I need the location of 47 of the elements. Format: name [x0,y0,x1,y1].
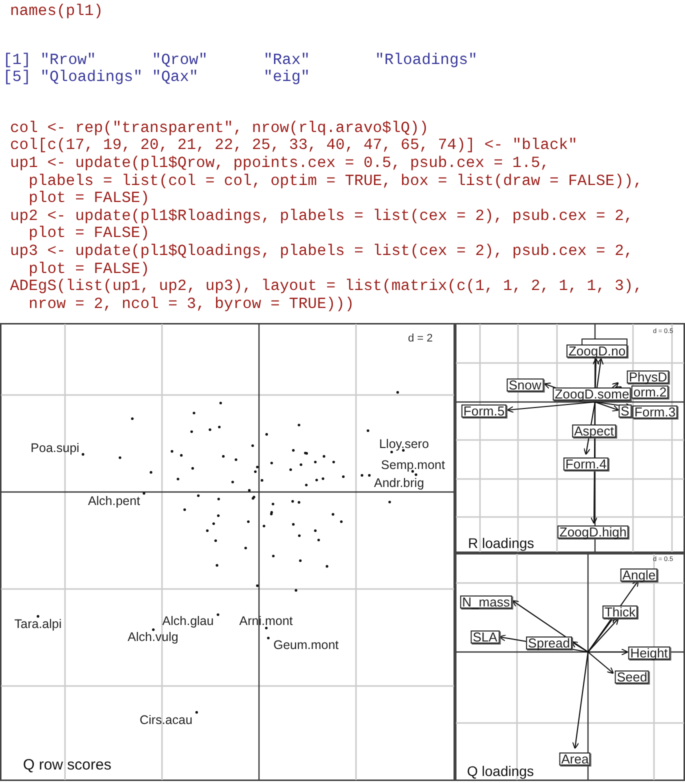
variable-label: SLA [470,630,500,644]
plot-subtitle: Q loadings [467,764,534,778]
variable-label: PhysD [626,370,670,384]
variable-label: S [618,404,632,418]
variable-label: Height [628,646,670,660]
variable-label: orm.2 [631,386,669,399]
code-line: up3 <- update(pl1$Qloadings, plabels = list(cex = 2), psub.cex = 2, [10,242,634,261]
variable-label: Angle [620,568,658,582]
point-label: Semp.mont [381,459,445,472]
code-line: ADEgS(list(up1, up2, up3), layout = list(matrix(c(1, 1, 2, 1, 1, 3), [10,278,643,296]
variable-label: Area [559,752,591,766]
variable-label: Thick [602,606,638,619]
point-label: Cirs.acau [140,714,192,727]
console-output: [5] "Qloadings" "Qax" "eig" [3,69,310,87]
scale-label: d = 2 [408,334,433,345]
code-line: nrow = 2, ncol = 3, byrow = TRUE))) [28,296,354,314]
point-label: Alch.pent [88,495,140,508]
variable-label: N_mass [460,596,512,609]
point-label: Poa.supi [30,442,80,455]
code-line: col <- rep("transparent", nrow(rlq.aravo$lQ)) [10,120,429,138]
code-line: plot = FALSE) [28,190,150,208]
variable-label: ZoogD.no [566,344,628,358]
console-output: [1] "Rrow" "Qrow" "Rax" "Rloadings" [3,52,478,70]
point-label: Alch.vulg [128,631,178,644]
code-line: up1 <- update(pl1$Qrow, ppoints.cex = 0.5, psub.cex = 1.5, [10,154,550,173]
code-line: up2 <- update(pl1$Rloadings, plabels = list(cex = 2), psub.cex = 2, [10,208,634,226]
variable-label: Aspect [572,424,616,438]
plot-subtitle: Q row scores [23,758,112,773]
code-line: plot = FALSE) [28,260,150,278]
point-label: Geum.mont [273,639,339,652]
point-label: Andr.brig [374,477,424,490]
variable-label: Form.3 [632,406,678,419]
variable-label: ZoogD.high [557,526,629,539]
variable-label: Snow [506,378,544,392]
variable-label: Spread [526,636,572,650]
variable-label: Form.4 [563,458,609,471]
plot-subtitle: R loadings [468,536,534,550]
point-label: Tara.alpi [14,618,62,631]
variable-label: ZoogD.some [552,388,632,401]
code-line: plot = FALSE) [28,225,150,243]
variable-label: Form.5 [461,404,507,418]
variable-label: Seed [614,670,650,684]
point-label: Alch.glau [162,615,214,628]
point-label: Lloy.sero [379,438,429,451]
code-line: plabels = list(col = col, optim = TRUE, box = list(draw = FALSE)), [28,172,643,190]
code-line: col[c(17, 19, 20, 21, 22, 25, 33, 40, 47, 65, 74)] <- "black" [10,137,578,155]
code-line: names(pl1) [10,3,104,21]
